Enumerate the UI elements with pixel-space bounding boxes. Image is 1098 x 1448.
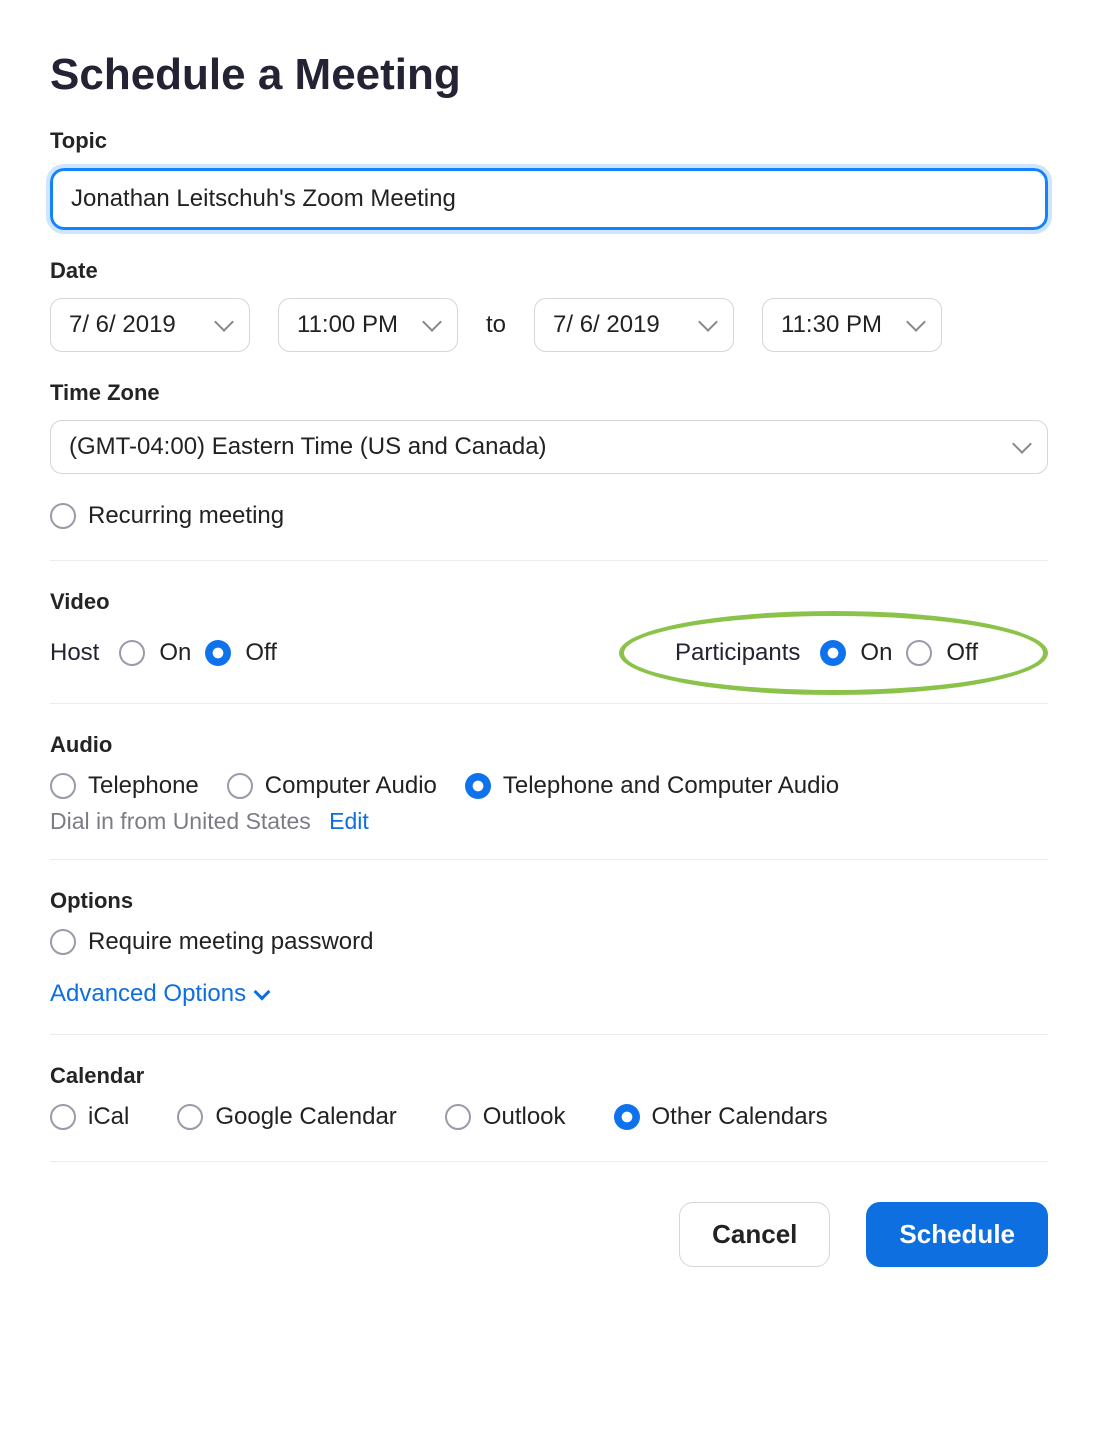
- audio-both-radio[interactable]: [465, 773, 491, 799]
- calendar-ical-radio[interactable]: [50, 1104, 76, 1130]
- topic-input-wrapper: [50, 168, 1048, 230]
- require-password-checkbox[interactable]: [50, 929, 76, 955]
- divider: [50, 1034, 1048, 1035]
- footer: Cancel Schedule: [50, 1202, 1048, 1267]
- end-time-value: 11:30 PM: [781, 311, 882, 339]
- audio-computer-label: Computer Audio: [265, 772, 437, 800]
- host-off-label: Off: [245, 639, 277, 667]
- date-row: 7/ 6/ 2019 11:00 PM to 7/ 6/ 2019 11:30 …: [50, 298, 1048, 352]
- audio-computer-radio[interactable]: [227, 773, 253, 799]
- topic-input[interactable]: [57, 175, 1041, 223]
- to-label: to: [486, 311, 506, 339]
- participants-video-group: Participants On Off: [649, 633, 1008, 673]
- chevron-down-icon: [214, 312, 234, 332]
- participants-video-on-radio[interactable]: [820, 640, 846, 666]
- participants-off-label: Off: [946, 639, 978, 667]
- topic-label: Topic: [50, 128, 1048, 154]
- calendar-outlook-label: Outlook: [483, 1103, 566, 1131]
- calendar-google-radio[interactable]: [177, 1104, 203, 1130]
- schedule-button[interactable]: Schedule: [866, 1202, 1048, 1267]
- chevron-down-icon: [254, 984, 271, 1001]
- calendar-label: Calendar: [50, 1063, 1048, 1089]
- chevron-down-icon: [422, 312, 442, 332]
- require-password-label: Require meeting password: [88, 928, 373, 956]
- calendar-outlook-radio[interactable]: [445, 1104, 471, 1130]
- end-date-select[interactable]: 7/ 6/ 2019: [534, 298, 734, 352]
- video-label: Video: [50, 589, 1048, 615]
- timezone-label: Time Zone: [50, 380, 1048, 406]
- chevron-down-icon: [698, 312, 718, 332]
- host-label: Host: [50, 639, 99, 667]
- host-on-label: On: [159, 639, 191, 667]
- start-time-value: 11:00 PM: [297, 311, 398, 339]
- dial-in-text: Dial in from United States: [50, 808, 311, 834]
- participants-video-off-radio[interactable]: [906, 640, 932, 666]
- chevron-down-icon: [906, 312, 926, 332]
- recurring-checkbox[interactable]: [50, 503, 76, 529]
- end-time-select[interactable]: 11:30 PM: [762, 298, 942, 352]
- audio-telephone-radio[interactable]: [50, 773, 76, 799]
- start-time-select[interactable]: 11:00 PM: [278, 298, 458, 352]
- calendar-other-label: Other Calendars: [652, 1103, 828, 1131]
- host-video-group: Host On Off: [50, 639, 277, 667]
- audio-telephone-label: Telephone: [88, 772, 199, 800]
- participants-label: Participants: [675, 639, 800, 667]
- timezone-value: (GMT-04:00) Eastern Time (US and Canada): [69, 433, 547, 461]
- host-video-off-radio[interactable]: [205, 640, 231, 666]
- divider: [50, 859, 1048, 860]
- options-label: Options: [50, 888, 1048, 914]
- calendar-ical-label: iCal: [88, 1103, 129, 1131]
- start-date-select[interactable]: 7/ 6/ 2019: [50, 298, 250, 352]
- divider: [50, 703, 1048, 704]
- calendar-google-label: Google Calendar: [215, 1103, 396, 1131]
- recurring-label: Recurring meeting: [88, 502, 284, 530]
- advanced-options-label: Advanced Options: [50, 980, 246, 1008]
- cancel-button[interactable]: Cancel: [679, 1202, 830, 1267]
- audio-label: Audio: [50, 732, 1048, 758]
- participants-on-label: On: [860, 639, 892, 667]
- date-label: Date: [50, 258, 1048, 284]
- page-title: Schedule a Meeting: [50, 50, 1048, 100]
- calendar-other-radio[interactable]: [614, 1104, 640, 1130]
- calendar-row: iCal Google Calendar Outlook Other Calen…: [50, 1103, 1048, 1131]
- divider: [50, 560, 1048, 561]
- host-video-on-radio[interactable]: [119, 640, 145, 666]
- chevron-down-icon: [1012, 434, 1032, 454]
- timezone-select[interactable]: (GMT-04:00) Eastern Time (US and Canada): [50, 420, 1048, 474]
- edit-dial-link[interactable]: Edit: [329, 808, 369, 834]
- divider: [50, 1161, 1048, 1162]
- advanced-options-toggle[interactable]: Advanced Options: [50, 980, 268, 1008]
- dial-in-row: Dial in from United States Edit: [50, 808, 1048, 835]
- start-date-value: 7/ 6/ 2019: [69, 311, 176, 339]
- video-row: Host On Off Participants On Off: [50, 633, 1048, 673]
- audio-row: Telephone Computer Audio Telephone and C…: [50, 772, 1048, 800]
- end-date-value: 7/ 6/ 2019: [553, 311, 660, 339]
- audio-both-label: Telephone and Computer Audio: [503, 772, 839, 800]
